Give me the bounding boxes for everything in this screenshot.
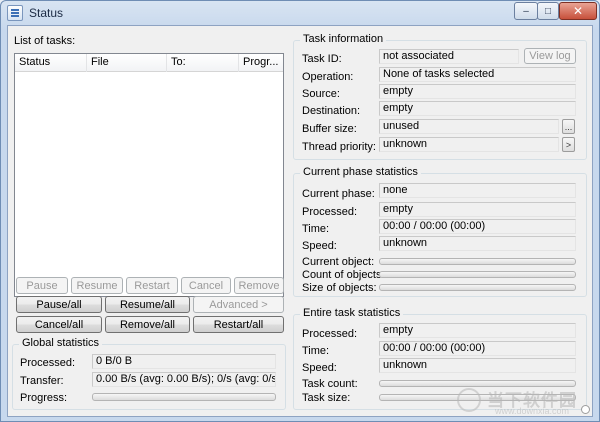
progress-label: Progress:: [20, 392, 68, 404]
watermark: 当下软件园 www.downxia.com: [455, 386, 591, 416]
task-size-label: Task size:: [302, 392, 351, 404]
task-id-label: Task ID:: [302, 53, 342, 65]
operation-value: None of tasks selected: [379, 67, 576, 82]
pause-button[interactable]: Pause: [16, 277, 68, 294]
pause-all-button[interactable]: Pause/all: [16, 296, 102, 313]
global-progress-bar: [92, 393, 276, 401]
operation-label: Operation:: [302, 71, 354, 83]
task-speed-label: Speed:: [302, 362, 337, 374]
transfer-label: Transfer:: [20, 375, 64, 387]
size-objects-label: Size of objects:: [302, 282, 377, 294]
thread-priority-button[interactable]: >: [562, 137, 575, 152]
window-title: Status: [29, 6, 64, 20]
buffer-size-button[interactable]: ...: [562, 119, 575, 134]
phase-speed-value: unknown: [379, 236, 576, 251]
column-file[interactable]: File: [87, 54, 167, 72]
global-processed-value: 0 B/0 B: [92, 354, 276, 369]
phase-time-label: Time:: [302, 223, 330, 235]
phase-processed-value: empty: [379, 202, 576, 217]
task-processed-label: Processed:: [302, 328, 358, 340]
minimize-button[interactable]: –: [514, 2, 538, 20]
destination-value: empty: [379, 101, 576, 116]
task-time-value: 00:00 / 00:00 (00:00): [379, 341, 576, 356]
watermark-logo-icon: [457, 388, 481, 412]
remove-all-button[interactable]: Remove/all: [105, 316, 190, 333]
column-progress[interactable]: Progr...: [239, 54, 284, 72]
advanced-button[interactable]: Advanced >: [193, 296, 284, 313]
close-button[interactable]: ✕: [559, 2, 597, 20]
global-processed-label: Processed:: [20, 357, 76, 369]
phase-time-value: 00:00 / 00:00 (00:00): [379, 219, 576, 234]
resize-grip-icon[interactable]: [581, 405, 590, 414]
global-statistics-title: Global statistics: [19, 337, 103, 349]
task-processed-value: empty: [379, 323, 576, 338]
phase-statistics-title: Current phase statistics: [300, 166, 421, 178]
column-to[interactable]: To:: [167, 54, 239, 72]
restart-all-button[interactable]: Restart/all: [193, 316, 284, 333]
task-speed-value: unknown: [379, 358, 576, 373]
remove-button[interactable]: Remove: [234, 277, 284, 294]
count-objects-label: Count of objects:: [302, 269, 385, 281]
current-object-label: Current object:: [302, 256, 375, 268]
destination-label: Destination:: [302, 105, 361, 117]
task-statistics-title: Entire task statistics: [300, 307, 404, 319]
current-object-bar: [379, 258, 576, 265]
current-phase-value: none: [379, 183, 576, 198]
task-time-label: Time:: [302, 345, 330, 357]
tasks-list-label: List of tasks:: [14, 35, 76, 47]
client-area: List of tasks: Status File To: Progr... …: [7, 25, 593, 417]
tasks-list-header: Status File To: Progr...: [15, 54, 283, 72]
resume-all-button[interactable]: Resume/all: [105, 296, 190, 313]
source-label: Source:: [302, 88, 340, 100]
transfer-value: 0.00 B/s (avg: 0.00 B/s); 0/s (avg: 0/s): [92, 372, 276, 387]
cancel-button[interactable]: Cancel: [181, 277, 231, 294]
thread-priority-value: unknown: [379, 137, 559, 152]
column-status[interactable]: Status: [15, 54, 87, 72]
title-bar[interactable]: Status – □ ✕: [1, 1, 599, 25]
cancel-all-button[interactable]: Cancel/all: [16, 316, 102, 333]
maximize-button[interactable]: □: [537, 2, 559, 20]
app-icon: [7, 5, 23, 21]
buffer-size-value: unused: [379, 119, 559, 134]
buffer-size-label: Buffer size:: [302, 123, 357, 135]
size-objects-bar: [379, 284, 576, 291]
restart-button[interactable]: Restart: [126, 277, 178, 294]
status-window: Status – □ ✕ List of tasks: Status File …: [0, 0, 600, 422]
count-objects-bar: [379, 271, 576, 278]
tasks-list[interactable]: Status File To: Progr...: [14, 53, 284, 297]
task-count-label: Task count:: [302, 378, 358, 390]
view-log-button[interactable]: View log: [524, 48, 576, 64]
task-id-value: not associated: [379, 49, 519, 64]
task-information-title: Task information: [300, 33, 387, 45]
current-phase-label: Current phase:: [302, 188, 375, 200]
watermark-url: www.downxia.com: [495, 406, 570, 416]
phase-processed-label: Processed:: [302, 206, 358, 218]
phase-speed-label: Speed:: [302, 240, 337, 252]
thread-priority-label: Thread priority:: [302, 141, 376, 153]
source-value: empty: [379, 84, 576, 99]
resume-button[interactable]: Resume: [71, 277, 123, 294]
